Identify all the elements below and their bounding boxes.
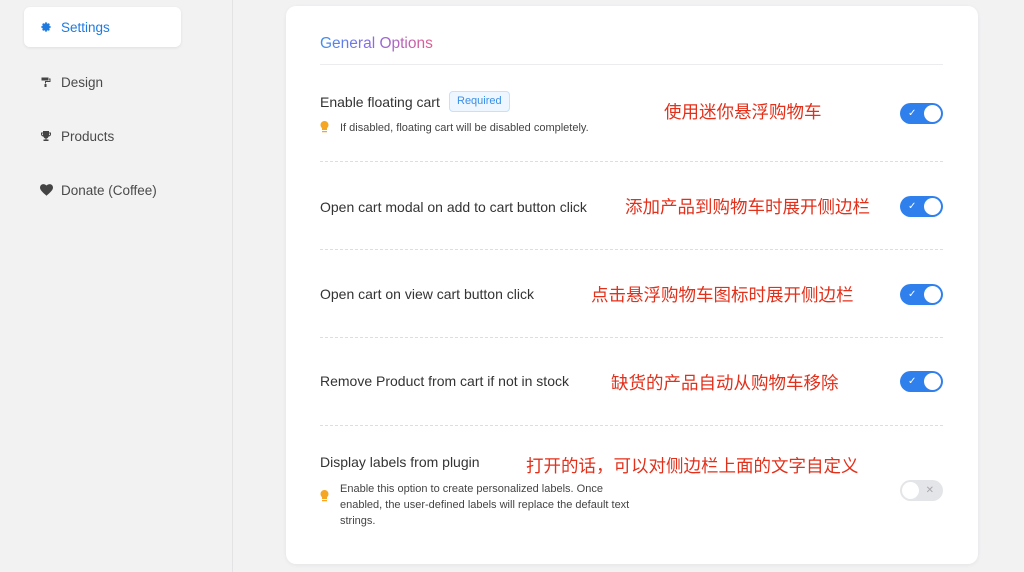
hint-text: If disabled, floating cart will be disab… <box>340 122 589 134</box>
sidebar-item-label: Design <box>61 74 104 90</box>
sidebar-item-donate[interactable]: Donate (Coffee) <box>24 170 181 210</box>
toggle-open-cart-on-view[interactable]: ✓ <box>900 284 943 305</box>
lightbulb-icon <box>320 121 330 138</box>
row-divider <box>320 161 943 162</box>
sidebar-item-label: Settings <box>61 19 110 35</box>
annotation-text: 使用迷你悬浮购物车 <box>664 103 822 123</box>
annotation-text: 添加产品到购物车时展开侧边栏 <box>625 198 870 218</box>
sidebar-item-settings[interactable]: Settings <box>24 7 181 47</box>
annotation-text: 打开的话，可以对侧边栏上面的文字自定义 <box>526 457 859 477</box>
toggle-enable-floating-cart[interactable]: ✓ <box>900 103 943 124</box>
annotation-text: 缺货的产品自动从购物车移除 <box>611 374 839 394</box>
row-divider <box>320 337 943 338</box>
sidebar-item-label: Products <box>61 128 115 144</box>
option-label-open-cart-on-view: Open cart on view cart button click <box>320 286 534 302</box>
row-divider <box>320 425 943 426</box>
gear-icon <box>39 20 53 34</box>
option-hint: If disabled, floating cart will be disab… <box>320 120 640 138</box>
divider <box>320 64 943 65</box>
trophy-icon <box>39 129 53 143</box>
required-badge: Required <box>449 91 510 112</box>
toggle-display-labels[interactable]: ✕ <box>900 480 943 501</box>
option-label-enable-floating-cart: Enable floating cart <box>320 94 440 110</box>
annotation-text: 点击悬浮购物车图标时展开侧边栏 <box>591 286 854 306</box>
lightbulb-icon <box>320 490 330 529</box>
toggle-remove-out-of-stock[interactable]: ✓ <box>900 371 943 392</box>
sidebar-item-design[interactable]: Design <box>24 62 181 102</box>
sidebar-item-label: Donate (Coffee) <box>61 182 157 198</box>
hint-text: Enable this option to create personalize… <box>340 483 630 527</box>
sidebar-item-products[interactable]: Products <box>24 116 181 156</box>
row-divider <box>320 249 943 250</box>
option-label-display-labels: Display labels from plugin <box>320 454 480 470</box>
heart-icon <box>39 183 53 197</box>
general-options-panel: General Options Enable floating cart Req… <box>286 6 978 564</box>
option-label-remove-out-of-stock: Remove Product from cart if not in stock <box>320 373 569 389</box>
option-label-open-cart-modal: Open cart modal on add to cart button cl… <box>320 199 587 215</box>
paint-roller-icon <box>39 75 53 89</box>
option-hint: Enable this option to create personalize… <box>320 481 640 529</box>
toggle-open-cart-modal[interactable]: ✓ <box>900 196 943 217</box>
sidebar: Settings Design Products Donate (Coffee) <box>0 0 233 572</box>
page-title: General Options <box>320 35 433 52</box>
